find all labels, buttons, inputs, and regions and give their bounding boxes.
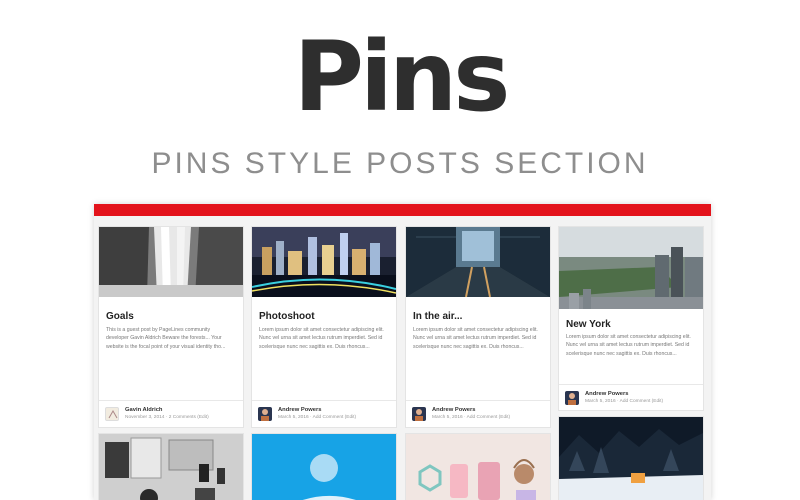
post-card[interactable] <box>405 433 551 500</box>
card-meta: Andrew Powers March 5, 2016 · Add Commen… <box>559 384 703 410</box>
blue-sky-photo[interactable] <box>252 434 396 500</box>
post-card-goals[interactable]: Goals This is a guest post by PageLines … <box>98 226 244 428</box>
card-excerpt: Lorem ipsum dolor sit amet consectetur a… <box>413 327 538 350</box>
avatar[interactable] <box>258 407 272 421</box>
post-card[interactable] <box>251 433 397 500</box>
author-name[interactable]: Andrew Powers <box>585 391 629 397</box>
post-meta: March 5, 2016 · Add Comment (Edit) <box>278 415 357 420</box>
author-name[interactable]: Gavin Aldrich <box>125 407 162 413</box>
avatar[interactable] <box>412 407 426 421</box>
card-meta: Gavin Aldrich November 3, 2014 · 2 Comme… <box>99 400 243 426</box>
browser-preview: Goals This is a guest post by PageLines … <box>94 204 711 500</box>
post-card-photoshoot[interactable]: Photoshoot Lorem ipsum dolor sit amet co… <box>251 226 397 428</box>
author-name[interactable]: Andrew Powers <box>432 407 476 413</box>
post-meta: March 5, 2016 · Add Comment (Edit) <box>432 415 511 420</box>
post-meta: November 3, 2014 · 2 Comments (Edit) <box>125 415 209 420</box>
desk-gadgets-photo[interactable] <box>99 434 243 500</box>
card-title[interactable]: In the air... <box>413 311 462 322</box>
central-park-photo[interactable] <box>559 227 703 309</box>
hero-subtitle: PINS STYLE POSTS SECTION <box>151 147 649 180</box>
avatar[interactable] <box>105 407 119 421</box>
card-meta: Andrew Powers March 5, 2016 · Add Commen… <box>406 400 550 426</box>
accent-bar <box>94 204 711 216</box>
hero-title: Pins <box>293 21 511 133</box>
card-title[interactable]: Goals <box>106 311 134 322</box>
card-title[interactable]: New York <box>566 319 611 330</box>
post-meta: March 5, 2016 · Add Comment (Edit) <box>585 399 664 404</box>
post-card-new-york[interactable]: New York Lorem ipsum dolor sit amet cons… <box>558 226 704 411</box>
card-excerpt: This is a guest post by PageLines commun… <box>106 327 226 350</box>
card-excerpt: Lorem ipsum dolor sit amet consectetur a… <box>259 327 384 350</box>
pastel-objects-photo[interactable] <box>406 434 550 500</box>
avatar[interactable] <box>565 391 579 405</box>
post-card-in-the-air[interactable]: In the air... Lorem ipsum dolor sit amet… <box>405 226 551 428</box>
snowy-night-photo[interactable] <box>559 417 703 500</box>
city-night-photo[interactable] <box>252 227 396 297</box>
author-name[interactable]: Andrew Powers <box>278 407 322 413</box>
waterfall-photo[interactable] <box>99 227 243 297</box>
card-title[interactable]: Photoshoot <box>259 311 315 322</box>
escalator-photo[interactable] <box>406 227 550 297</box>
card-excerpt: Lorem ipsum dolor sit amet consectetur a… <box>566 334 691 357</box>
post-card[interactable] <box>558 416 704 500</box>
card-meta: Andrew Powers March 5, 2016 · Add Commen… <box>252 400 396 426</box>
post-card[interactable] <box>98 433 244 500</box>
